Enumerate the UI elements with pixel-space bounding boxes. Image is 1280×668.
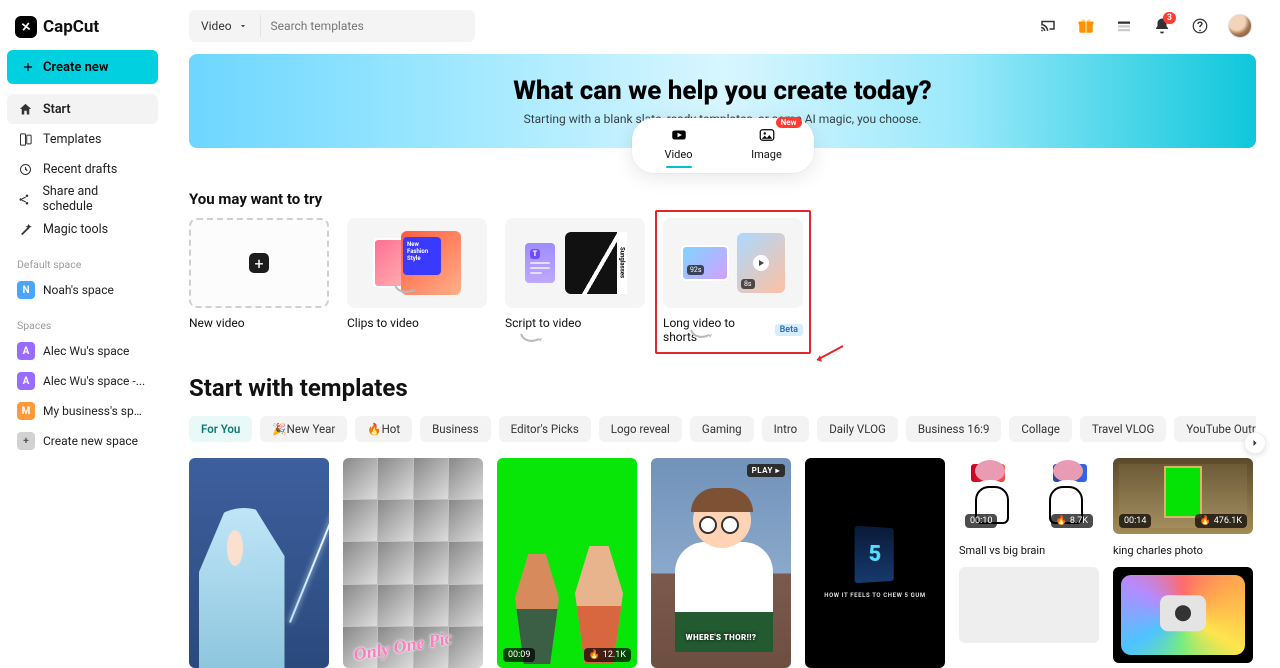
chip[interactable]: For You — [189, 416, 252, 442]
default-space-label: Default space — [7, 244, 158, 275]
try-card-new-video[interactable]: + New video — [189, 218, 329, 344]
help-icon[interactable] — [1190, 16, 1210, 36]
templates-section: Start with templates For You 🎉New Year 🔥Ho… — [189, 374, 1256, 668]
magic-icon — [17, 221, 33, 237]
template-item[interactable]: PLAY ▸ WHERE'S THOR!!? — [651, 458, 791, 668]
logo[interactable]: ✕ CapCut — [7, 10, 158, 50]
template-item[interactable]: Photo 1 Photo 2 00:10🔥8.7K — [959, 458, 1099, 534]
template-item[interactable] — [189, 458, 329, 668]
spaces-label: Spaces — [7, 305, 158, 336]
chip[interactable]: Business 16:9 — [906, 416, 1002, 442]
notifications-icon[interactable]: 3 — [1152, 16, 1172, 36]
search-bar[interactable]: Video — [189, 10, 475, 42]
space-badge: A — [17, 372, 35, 390]
space-name: Noah's space — [43, 283, 114, 297]
template-item[interactable] — [959, 567, 1099, 643]
templates-section-title: Start with templates — [189, 374, 1256, 402]
chip[interactable]: Intro — [762, 416, 810, 442]
topbar-icons: 3 — [1038, 14, 1256, 38]
search-scope-select[interactable]: Video — [189, 15, 261, 37]
template-item[interactable]: Only One Pic — [343, 458, 483, 668]
try-card-clips[interactable]: New Fashion Style Clips to video — [347, 218, 487, 344]
main: Video 3 What can we help you create toda… — [165, 0, 1280, 668]
share-icon — [17, 191, 33, 207]
hero-title: What can we help you create today? — [513, 76, 931, 106]
chip[interactable]: 🔥Hot — [355, 416, 412, 442]
duration-badge: 00:09 — [503, 648, 535, 662]
try-cards: + New video New Fashion Style Clips to v… — [189, 218, 1256, 344]
create-new-space[interactable]: + Create new space — [7, 426, 158, 456]
chip[interactable]: Travel VLOG — [1080, 416, 1166, 442]
templates-row: Only One Pic 00:09 🔥12.1K PLAY ▸ WHERE'S … — [189, 458, 1256, 668]
space-item-default[interactable]: N Noah's space — [7, 275, 158, 305]
plus-icon — [21, 60, 35, 74]
space-badge: M — [17, 402, 35, 420]
template-item[interactable] — [1113, 567, 1253, 663]
space-badge: A — [17, 342, 35, 360]
avatar[interactable] — [1228, 14, 1252, 38]
chip[interactable]: Business — [420, 416, 491, 442]
sidebar-item-templates[interactable]: Templates — [7, 124, 158, 154]
topbar: Video 3 — [189, 10, 1256, 42]
logo-text: CapCut — [43, 17, 99, 37]
plus-icon: + — [17, 432, 35, 450]
template-title: king charles photo — [1113, 544, 1253, 557]
chip[interactable]: Logo reveal — [599, 416, 682, 442]
arrow-annotation-icon — [811, 344, 845, 364]
image-icon — [758, 126, 776, 144]
chip[interactable]: Editor's Picks — [499, 416, 591, 442]
hero-tabs: Video Image New — [632, 118, 814, 173]
chip[interactable]: 🎉New Year — [260, 416, 347, 442]
arrow-icon — [393, 283, 417, 297]
hero-tab-video[interactable]: Video — [658, 126, 700, 165]
try-section-title: You may want to try — [189, 190, 1256, 208]
sidebar-item-home[interactable]: Start — [7, 94, 158, 124]
chip[interactable]: Collage — [1009, 416, 1071, 442]
chip[interactable]: Daily VLOG — [817, 416, 898, 442]
try-card-script[interactable]: T Script to video — [505, 218, 645, 344]
notifications-badge: 3 — [1163, 12, 1176, 24]
sidebar-item-clock[interactable]: Recent drafts — [7, 154, 158, 184]
space-item[interactable]: AAlec Wu's space — [7, 336, 158, 366]
chevron-down-icon — [238, 21, 248, 31]
queue-icon[interactable] — [1114, 16, 1134, 36]
hero-banner: What can we help you create today? Start… — [189, 54, 1256, 148]
templates-icon — [17, 131, 33, 147]
sidebar: ✕ CapCut Create new StartTemplatesRecent… — [0, 0, 165, 668]
clock-icon — [17, 161, 33, 177]
chevron-right-icon — [1249, 437, 1261, 449]
template-item[interactable]: 00:09 🔥12.1K — [497, 458, 637, 668]
video-icon — [670, 126, 688, 144]
template-category-chips: For You 🎉New Year 🔥Hot Business Editor's Pic… — [189, 416, 1256, 442]
chip[interactable]: Gaming — [690, 416, 754, 442]
sidebar-item-share[interactable]: Share and schedule — [7, 184, 158, 214]
sidebar-item-magic[interactable]: Magic tools — [7, 214, 158, 244]
hero-tab-image[interactable]: Image New — [746, 126, 788, 165]
logo-icon: ✕ — [15, 16, 37, 38]
new-badge: New — [776, 117, 802, 128]
space-badge: N — [17, 281, 35, 299]
beta-badge: Beta — [775, 324, 803, 336]
template-item[interactable]: 5HOW IT FEELS TO CHEW 5 GUM — [805, 458, 945, 668]
space-item[interactable]: MMy business's spa... — [7, 396, 158, 426]
try-card-long-video[interactable]: 92s 8s Long video to shortsBeta — [663, 218, 803, 344]
cast-icon[interactable] — [1038, 16, 1058, 36]
gift-icon[interactable] — [1076, 16, 1096, 36]
plus-icon: + — [249, 253, 269, 273]
create-new-button[interactable]: Create new — [7, 50, 158, 84]
likes-badge: 🔥12.1K — [584, 648, 631, 662]
template-item[interactable]: 00:14🔥476.1K — [1113, 458, 1253, 534]
template-title: Small vs big brain — [959, 544, 1099, 557]
space-item[interactable]: AAlec Wu's space -... — [7, 366, 158, 396]
home-icon — [17, 101, 33, 117]
search-input[interactable] — [261, 19, 475, 33]
try-section: You may want to try + New video New Fash… — [189, 190, 1256, 344]
chips-next-button[interactable] — [1244, 432, 1266, 454]
sidebar-nav: StartTemplatesRecent draftsShare and sch… — [7, 94, 158, 244]
